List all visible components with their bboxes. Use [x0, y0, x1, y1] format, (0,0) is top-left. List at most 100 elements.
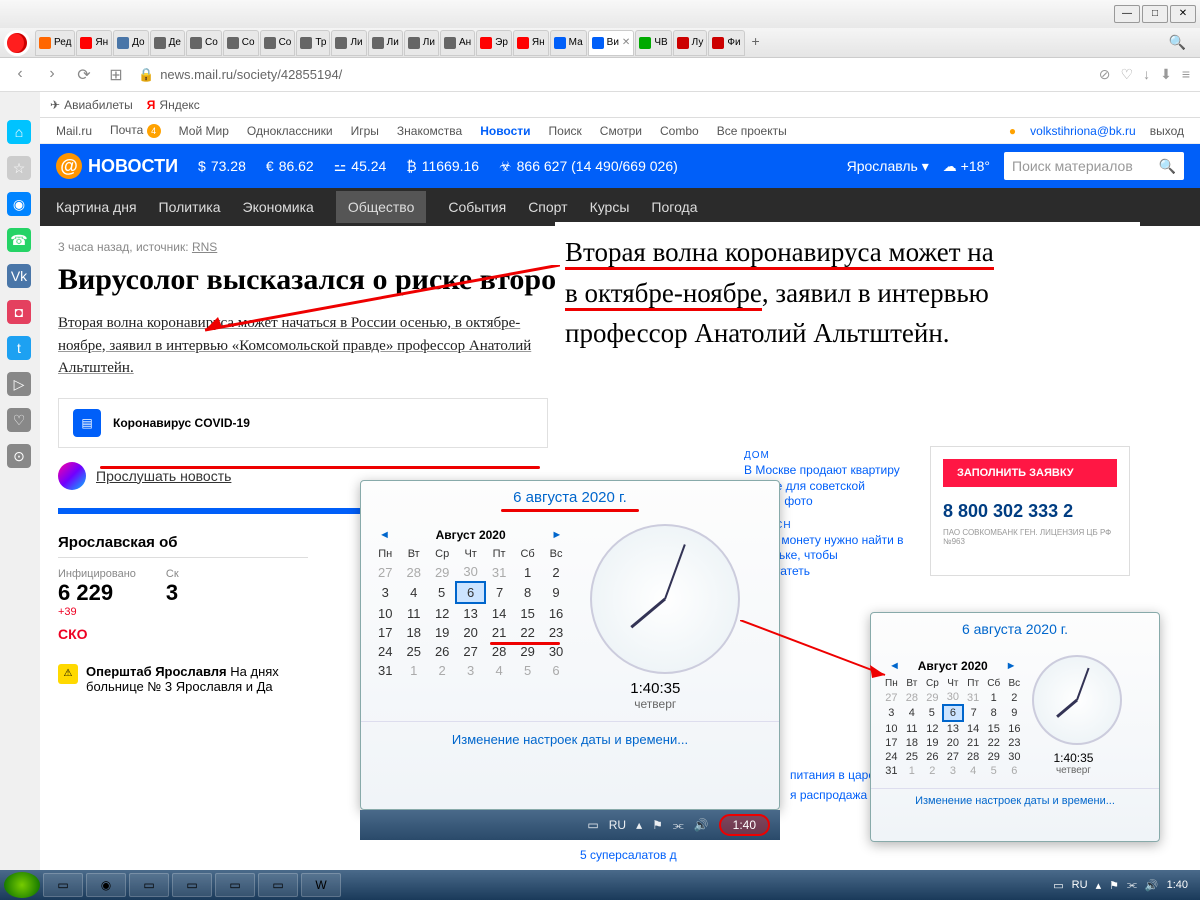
mailtop-link[interactable]: Знакомства: [397, 124, 462, 138]
back-button[interactable]: ‹: [10, 65, 30, 85]
maximize-button[interactable]: □: [1142, 5, 1168, 23]
start-button[interactable]: [4, 872, 40, 898]
mailtop-link[interactable]: Новости: [480, 124, 530, 138]
browser-tab[interactable]: Ли: [368, 30, 403, 56]
warn-icon: ⚠: [58, 664, 78, 684]
close-button[interactable]: ✕: [1170, 5, 1196, 23]
category-link[interactable]: Погода: [651, 199, 697, 215]
sidebar-icon[interactable]: ◘: [7, 300, 31, 324]
minimize-button[interactable]: —: [1114, 5, 1140, 23]
sidebar-icon[interactable]: ♡: [7, 408, 31, 432]
browser-tab[interactable]: Тр: [296, 30, 330, 56]
category-link[interactable]: Общество: [336, 191, 427, 223]
play-icon: [58, 462, 86, 490]
ad-button[interactable]: ЗАПОЛНИТЬ ЗАЯВКУ: [943, 459, 1117, 487]
mailtop-link[interactable]: Combo: [660, 124, 699, 138]
article-lead: Вторая волна коронавируса может начаться…: [58, 312, 538, 380]
browser-tab[interactable]: Ли: [331, 30, 366, 56]
browser-tab[interactable]: Со: [223, 30, 259, 56]
mailtop-link[interactable]: Мой Мир: [179, 124, 229, 138]
taskbar-app[interactable]: W: [301, 873, 341, 897]
btc-rate[interactable]: ₿ 11669.16: [406, 158, 479, 174]
taskbar-app[interactable]: ▭: [215, 873, 255, 897]
window-controls: — □ ✕: [0, 0, 1200, 28]
prev-month[interactable]: ◄: [379, 529, 390, 541]
mailtop-link[interactable]: Игры: [351, 124, 379, 138]
city-select[interactable]: Ярославль ▾: [847, 158, 929, 175]
sidebar-icon[interactable]: ☎: [7, 228, 31, 252]
sidebar-icon[interactable]: ▷: [7, 372, 31, 396]
source-link[interactable]: RNS: [192, 240, 217, 254]
usd-rate[interactable]: $ 73.28: [198, 158, 246, 174]
category-link[interactable]: Спорт: [528, 199, 567, 215]
browser-tab[interactable]: Ан: [440, 30, 475, 56]
search-input[interactable]: Поиск материалов🔍: [1004, 152, 1184, 180]
category-link[interactable]: Политика: [159, 199, 221, 215]
sidebar-icon[interactable]: t: [7, 336, 31, 360]
browser-tab[interactable]: Ма: [550, 30, 587, 56]
doc-icon: ▤: [73, 409, 101, 437]
tray-clock[interactable]: 1:40: [719, 814, 770, 836]
sidebar-icon[interactable]: ⊙: [7, 444, 31, 468]
bookmark-yandex[interactable]: ЯЯндекс: [147, 98, 200, 112]
ad-sovcombank[interactable]: ЗАПОЛНИТЬ ЗАЯВКУ 8 800 302 333 2 ПАО СОВ…: [930, 446, 1130, 576]
oil-rate[interactable]: ⚍ 45.24: [334, 158, 387, 175]
sidebar-icon[interactable]: Vk: [7, 264, 31, 288]
browser-tab[interactable]: Ян: [76, 30, 112, 56]
sidebar-icon[interactable]: ☆: [7, 156, 31, 180]
category-link[interactable]: Картина дня: [56, 199, 137, 215]
browser-tab[interactable]: Фи: [708, 30, 744, 56]
sidebar-icon[interactable]: ⌂: [7, 120, 31, 144]
mailtop-link[interactable]: Одноклассники: [247, 124, 333, 138]
browser-tab[interactable]: Ли: [404, 30, 439, 56]
reload-button[interactable]: ⟳: [74, 65, 94, 85]
new-tab-button[interactable]: +: [746, 33, 766, 53]
browser-tab[interactable]: Ви ✕: [588, 30, 635, 56]
analog-clock: [590, 524, 740, 674]
opershstab-news[interactable]: ⚠ Оперштаб Ярославля На днях больнице № …: [58, 664, 308, 694]
mailtop-link[interactable]: Все проекты: [717, 124, 787, 138]
weather[interactable]: ☁ +18°: [943, 158, 990, 175]
category-link[interactable]: Курсы: [590, 199, 630, 215]
browser-tab[interactable]: Со: [260, 30, 296, 56]
taskbar-app[interactable]: ▭: [258, 873, 298, 897]
news-logo[interactable]: @НОВОСТИ: [56, 153, 178, 179]
taskbar-app[interactable]: ▭: [172, 873, 212, 897]
url-field[interactable]: 🔒 news.mail.ru/society/42855194/: [138, 67, 1087, 83]
windows-taskbar: ▭ ◉ ▭ ▭ ▭ ▭ W ▭RU▴⚑⫘🔊 1:40: [0, 870, 1200, 900]
calendar-grid[interactable]: ПнВтСрЧтПтСбВс27282930311234567891011121…: [371, 546, 570, 680]
mailtop-link[interactable]: Поиск: [549, 124, 582, 138]
browser-tab[interactable]: До: [113, 30, 148, 56]
browser-tab[interactable]: Ред: [35, 30, 75, 56]
taskbar-app[interactable]: ▭: [129, 873, 169, 897]
covid-tag[interactable]: ▤ Коронавирус COVID-19: [58, 398, 548, 448]
covid-counter[interactable]: ☣ 866 627 (14 490/669 026): [499, 158, 678, 175]
datetime-popup-large: 6 августа 2020 г. ◄Август 2020► ПнВтСрЧт…: [360, 480, 780, 810]
category-link[interactable]: Экономика: [243, 199, 314, 215]
next-month[interactable]: ►: [551, 529, 562, 541]
taskbar-app[interactable]: ▭: [43, 873, 83, 897]
datetime-settings-link[interactable]: Изменение настроек даты и времени...: [361, 721, 779, 757]
browser-tab[interactable]: Со: [186, 30, 222, 56]
opera-logo[interactable]: [4, 30, 30, 56]
bookmark-aviabilety[interactable]: ✈Авиабилеты: [50, 98, 133, 112]
browser-tab[interactable]: Лу: [673, 30, 708, 56]
browser-tab[interactable]: Эр: [476, 30, 512, 56]
category-nav: Картина дня Политика Экономика Общество Собы…: [40, 188, 1200, 226]
browser-tabs: РедЯнДоДеСоСоСоТрЛиЛиЛиАнЭрЯнМаВи ✕ЧВЛуФ…: [0, 28, 1200, 58]
taskbar-clock[interactable]: 1:40: [1167, 879, 1188, 891]
browser-tab[interactable]: Ян: [513, 30, 549, 56]
sidebar-icon[interactable]: ◉: [7, 192, 31, 216]
mailtop-link[interactable]: Mail.ru: [56, 124, 92, 138]
zoomed-text: Вторая волна коронавируса может на в окт…: [555, 222, 1140, 364]
browser-tab[interactable]: ЧВ: [635, 30, 671, 56]
taskbar-app[interactable]: ◉: [86, 873, 126, 897]
mailtop-link[interactable]: Почта 4: [110, 123, 161, 138]
lock-icon: 🔒: [138, 67, 154, 83]
forward-button[interactable]: ›: [42, 65, 62, 85]
mailtop-link[interactable]: Смотри: [600, 124, 642, 138]
browser-tab[interactable]: Де: [150, 30, 185, 56]
eur-rate[interactable]: € 86.62: [266, 158, 314, 174]
category-link[interactable]: События: [448, 199, 506, 215]
speed-dial-button[interactable]: ⊞: [106, 65, 126, 85]
